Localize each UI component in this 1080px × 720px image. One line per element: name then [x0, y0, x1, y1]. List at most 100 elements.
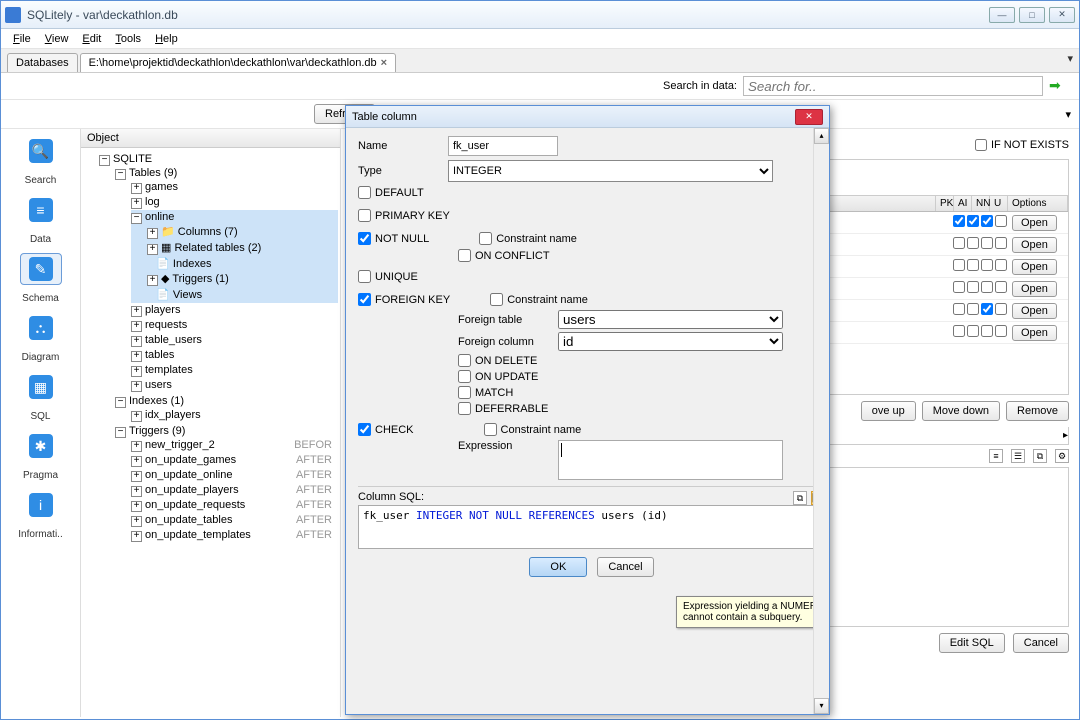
expand-icon[interactable]: +	[131, 441, 142, 452]
minimize-button[interactable]: —	[989, 7, 1015, 23]
notnull-cname-checkbox[interactable]	[479, 232, 492, 245]
onconflict-checkbox[interactable]	[458, 249, 471, 262]
nn-checkbox[interactable]	[981, 237, 993, 249]
moveup-button[interactable]: ove up	[861, 401, 916, 421]
pk-checkbox[interactable]	[953, 281, 965, 293]
expand-icon[interactable]: +	[131, 456, 142, 467]
copy-icon[interactable]: ⧉	[1033, 449, 1047, 463]
expand-icon[interactable]: +	[131, 183, 142, 194]
open-button[interactable]: Open	[1012, 325, 1057, 341]
expand-icon[interactable]: −	[115, 169, 126, 180]
ai-checkbox[interactable]	[967, 215, 979, 227]
expand-icon[interactable]: +	[147, 275, 158, 286]
object-tree[interactable]: −SQLITE −Tables (9) +games +log −online …	[81, 148, 340, 549]
expand-icon[interactable]: +	[131, 411, 142, 422]
expand-icon[interactable]: +	[147, 228, 158, 239]
toolbar-dropdown-icon[interactable]: ▾	[1065, 108, 1071, 121]
unique-checkbox[interactable]	[358, 270, 371, 283]
view-list-icon[interactable]: ≡	[989, 449, 1003, 463]
nn-checkbox[interactable]	[981, 281, 993, 293]
fk-cname-checkbox[interactable]	[490, 293, 503, 306]
sidebar-information[interactable]: i	[20, 489, 62, 521]
sidebar-pragma[interactable]: ✱	[20, 430, 62, 462]
ai-checkbox[interactable]	[967, 303, 979, 315]
open-button[interactable]: Open	[1012, 215, 1057, 231]
sidebar-search[interactable]: 🔍	[20, 135, 62, 167]
expand-icon[interactable]: +	[131, 516, 142, 527]
expand-icon[interactable]: +	[131, 531, 142, 542]
tab-dropdown-icon[interactable]: ▾	[1067, 52, 1073, 65]
movedown-button[interactable]: Move down	[922, 401, 1000, 421]
tab-close-icon[interactable]: ×	[381, 57, 387, 69]
ondelete-checkbox[interactable]	[458, 354, 471, 367]
u-checkbox[interactable]	[995, 303, 1007, 315]
maximize-button[interactable]: □	[1019, 7, 1045, 23]
tab-databases[interactable]: Databases	[7, 53, 78, 72]
open-button[interactable]: Open	[1012, 281, 1057, 297]
ai-checkbox[interactable]	[967, 259, 979, 271]
sidebar-sql[interactable]: ▦	[20, 371, 62, 403]
check-cname-checkbox[interactable]	[484, 423, 497, 436]
expand-icon[interactable]: +	[131, 306, 142, 317]
expand-icon[interactable]: +	[131, 501, 142, 512]
dialog-scrollbar[interactable]: ▴ ▾	[813, 128, 829, 714]
menu-view[interactable]: View	[39, 31, 75, 47]
ai-checkbox[interactable]	[967, 237, 979, 249]
expand-icon[interactable]: +	[131, 366, 142, 377]
expand-icon[interactable]: +	[147, 244, 158, 255]
foreignkey-checkbox[interactable]	[358, 293, 371, 306]
dialog-close-button[interactable]: ✕	[795, 109, 823, 125]
pk-checkbox[interactable]	[953, 325, 965, 337]
expand-icon[interactable]: +	[131, 381, 142, 392]
nn-checkbox[interactable]	[981, 259, 993, 271]
ai-checkbox[interactable]	[967, 281, 979, 293]
foreign-table-select[interactable]: users	[558, 310, 783, 329]
expand-icon[interactable]: −	[115, 397, 126, 408]
scroll-up-icon[interactable]: ▴	[814, 128, 829, 144]
nn-checkbox[interactable]	[981, 215, 993, 227]
sidebar-schema[interactable]: ✎	[20, 253, 62, 285]
expand-icon[interactable]: +	[131, 321, 142, 332]
expand-icon[interactable]: +	[131, 198, 142, 209]
u-checkbox[interactable]	[995, 259, 1007, 271]
expand-icon[interactable]: −	[99, 155, 110, 166]
search-input[interactable]	[743, 76, 1043, 96]
match-checkbox[interactable]	[458, 386, 471, 399]
pk-checkbox[interactable]	[953, 259, 965, 271]
expand-icon[interactable]: −	[115, 427, 126, 438]
notnull-checkbox[interactable]	[358, 232, 371, 245]
remove-button[interactable]: Remove	[1006, 401, 1069, 421]
menu-file[interactable]: File	[7, 31, 37, 47]
u-checkbox[interactable]	[995, 237, 1007, 249]
cancel-button[interactable]: Cancel	[597, 557, 653, 577]
sidebar-diagram[interactable]: ⛬	[20, 312, 62, 344]
search-go-icon[interactable]: ➡	[1049, 77, 1069, 95]
u-checkbox[interactable]	[995, 215, 1007, 227]
menu-edit[interactable]: Edit	[76, 31, 107, 47]
tab-file[interactable]: E:\home\projektid\deckathlon\deckathlon\…	[80, 53, 396, 72]
ai-checkbox[interactable]	[967, 325, 979, 337]
cancel-button[interactable]: Cancel	[1013, 633, 1069, 653]
expand-icon[interactable]: +	[131, 336, 142, 347]
pk-checkbox[interactable]	[953, 215, 965, 227]
u-checkbox[interactable]	[995, 281, 1007, 293]
nn-checkbox[interactable]	[981, 303, 993, 315]
name-input[interactable]	[448, 136, 558, 156]
menu-help[interactable]: Help	[149, 31, 184, 47]
expand-icon[interactable]: −	[131, 213, 142, 224]
settings-icon[interactable]: ⚙	[1055, 449, 1069, 463]
pk-checkbox[interactable]	[953, 237, 965, 249]
close-button[interactable]: ✕	[1049, 7, 1075, 23]
edit-sql-button[interactable]: Edit SQL	[939, 633, 1005, 653]
open-button[interactable]: Open	[1012, 259, 1057, 275]
menu-tools[interactable]: Tools	[109, 31, 147, 47]
check-checkbox[interactable]	[358, 423, 371, 436]
copy-sql-icon[interactable]: ⧉	[793, 491, 807, 505]
if-not-exists-checkbox[interactable]	[975, 139, 987, 151]
foreign-column-select[interactable]: id	[558, 332, 783, 351]
view-grid-icon[interactable]: ☰	[1011, 449, 1025, 463]
primarykey-checkbox[interactable]	[358, 209, 371, 222]
type-select[interactable]: INTEGER	[448, 160, 773, 182]
nn-checkbox[interactable]	[981, 325, 993, 337]
scroll-down-icon[interactable]: ▾	[814, 698, 829, 714]
